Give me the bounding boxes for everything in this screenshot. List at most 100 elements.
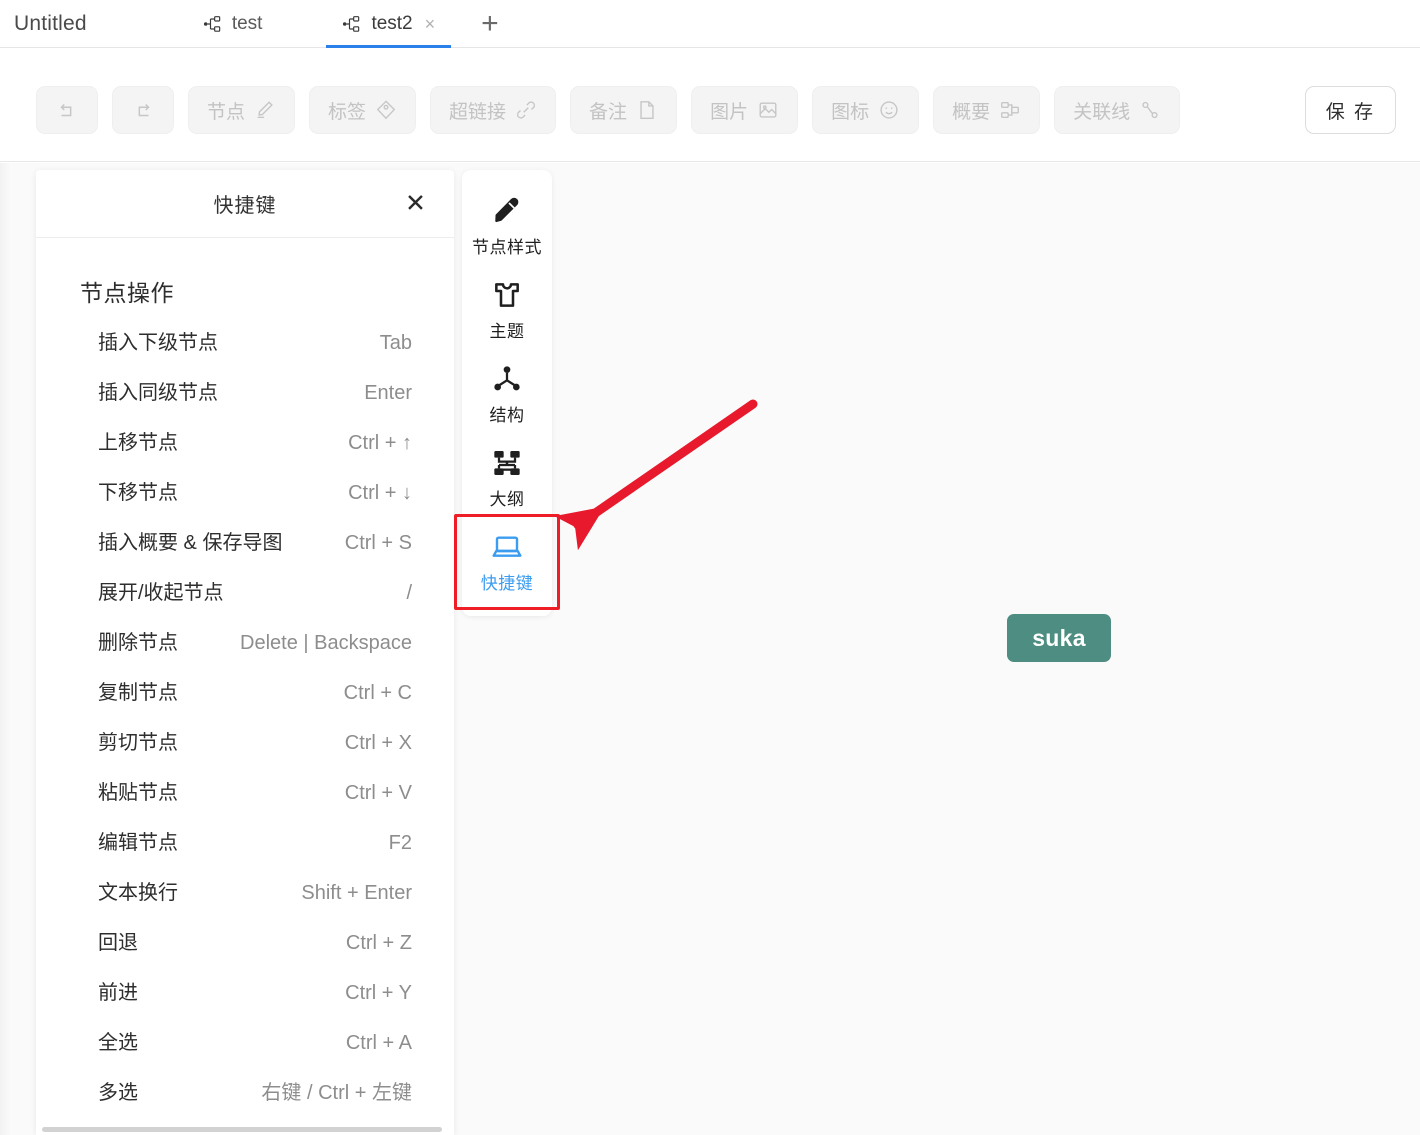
tag-icon [375,99,397,121]
shortcut-action: 剪切节点 [98,726,178,755]
shortcut-row: 上移节点 Ctrl + ↑ [66,426,424,476]
hyperlink-button-label: 超链接 [449,97,506,124]
shortcut-row: 展开/收起节点 / [66,576,424,626]
remark-button[interactable]: 备注 [570,86,677,134]
shortcut-row: 全选 Ctrl + A [66,1026,424,1076]
undo-button[interactable] [36,86,98,134]
shortcut-action: 前进 [98,976,138,1005]
pencil-icon [254,99,276,121]
redo-icon [132,99,154,121]
shortcut-keys: Enter [364,382,412,405]
shortcut-keys: Ctrl + ↑ [348,432,412,455]
laptop-icon [491,531,523,563]
shortcut-keys: / [406,582,412,605]
shortcut-action: 插入同级节点 [98,376,218,405]
rail-label: 节点样式 [472,233,542,258]
scrollbar-thumb[interactable] [42,1127,442,1132]
image-button[interactable]: 图片 [691,86,798,134]
rail-label: 主题 [490,317,525,342]
rail-item-shortcuts[interactable]: 快捷键 [462,520,552,604]
relation-line-button-label: 关联线 [1073,97,1130,124]
rail-label: 结构 [490,401,525,426]
tab-close-icon[interactable]: × [425,15,436,33]
shortcut-row: 删除节点 Delete | Backspace [66,626,424,676]
shortcut-row: 多选 右键 / Ctrl + 左键 [66,1076,424,1118]
rail-item-structure[interactable]: 结构 [462,352,552,436]
image-button-label: 图片 [710,97,748,124]
shortcut-keys: Shift + Enter [301,882,412,905]
section-title-node-ops: 节点操作 [80,274,424,308]
shortcut-action: 编辑节点 [98,826,178,855]
shortcut-keys: F2 [389,832,412,855]
shortcut-keys: Ctrl + A [346,1032,412,1055]
tab-bar: Untitled test test2 × + [0,0,1420,48]
rail-item-theme[interactable]: 主题 [462,268,552,352]
shortcut-action: 粘贴节点 [98,776,178,805]
redo-button[interactable] [112,86,174,134]
summary-button[interactable]: 概要 [933,86,1040,134]
tab-test2[interactable]: test2 × [326,0,451,48]
shortcut-action: 全选 [98,1026,138,1055]
shortcut-keys: Ctrl + S [345,532,412,555]
shortcut-keys: Ctrl + C [344,682,412,705]
icon-button[interactable]: 图标 [812,86,919,134]
shortcut-panel: 快捷键 ✕ 节点操作 插入下级节点 Tab 插入同级节点 Enter 上移节点 … [36,170,454,1135]
shortcut-row: 插入同级节点 Enter [66,376,424,426]
shortcut-action: 删除节点 [98,626,178,655]
undo-icon [56,99,78,121]
shortcut-action: 插入概要 & 保存导图 [98,526,282,555]
shortcut-keys: Ctrl + Z [346,932,412,955]
mindmap-root-node[interactable]: suka [1007,614,1111,662]
tab-label: test2 [371,13,412,35]
app-title: Untitled [14,12,87,36]
shortcut-keys: Delete | Backspace [240,632,412,655]
outline-icon [491,447,523,479]
shortcut-row: 文本换行 Shift + Enter [66,876,424,926]
side-rail: 节点样式 主题 结构 [462,170,552,616]
shortcut-keys: Ctrl + Y [345,982,412,1005]
node-button-label: 节点 [207,97,245,124]
tshirt-icon [491,279,523,311]
shortcut-keys: Tab [380,332,412,355]
smiley-icon [878,99,900,121]
rail-item-outline[interactable]: 大纲 [462,436,552,520]
shortcut-row: 编辑节点 F2 [66,826,424,876]
shortcut-keys: Ctrl + ↓ [348,482,412,505]
shortcut-row: 前进 Ctrl + Y [66,976,424,1026]
note-icon [636,99,658,121]
node-button[interactable]: 节点 [188,86,295,134]
shortcut-keys: Ctrl + V [345,782,412,805]
structure-icon [491,363,523,395]
tag-button[interactable]: 标签 [309,86,416,134]
icon-button-label: 图标 [831,97,869,124]
toolbar: 节点 标签 超链接 备 [36,86,1420,134]
rail-label: 快捷键 [481,569,534,594]
marker-pen-icon [491,195,523,227]
shortcut-row: 下移节点 Ctrl + ↓ [66,476,424,526]
shortcut-row: 插入下级节点 Tab [66,326,424,376]
close-icon[interactable]: ✕ [405,191,426,216]
mindmap-icon [203,14,223,34]
toolbar-bar: 节点 标签 超链接 备 [0,49,1420,162]
tab-test[interactable]: test [187,0,279,48]
shortcut-action: 上移节点 [98,426,178,455]
panel-horizontal-scrollbar[interactable] [36,1125,454,1135]
shortcut-panel-header: 快捷键 ✕ [36,170,454,238]
new-tab-button[interactable]: + [473,9,507,39]
tab-label: test [232,13,263,35]
app-window: Untitled test test2 × + [0,0,1420,1135]
shortcut-panel-body: 节点操作 插入下级节点 Tab 插入同级节点 Enter 上移节点 Ctrl +… [36,238,454,1118]
hyperlink-button[interactable]: 超链接 [430,86,556,134]
tag-button-label: 标签 [328,97,366,124]
summary-button-label: 概要 [952,97,990,124]
shortcut-action: 回退 [98,926,138,955]
shortcut-keys: Ctrl + X [345,732,412,755]
save-button[interactable]: 保 存 [1305,86,1396,134]
relation-line-button[interactable]: 关联线 [1054,86,1180,134]
canvas-left-edge [0,163,12,1135]
shortcut-row: 插入概要 & 保存导图 Ctrl + S [66,526,424,576]
shortcut-row: 剪切节点 Ctrl + X [66,726,424,776]
shortcut-action: 展开/收起节点 [98,576,224,605]
summary-icon [999,99,1021,121]
rail-item-node-style[interactable]: 节点样式 [462,184,552,268]
